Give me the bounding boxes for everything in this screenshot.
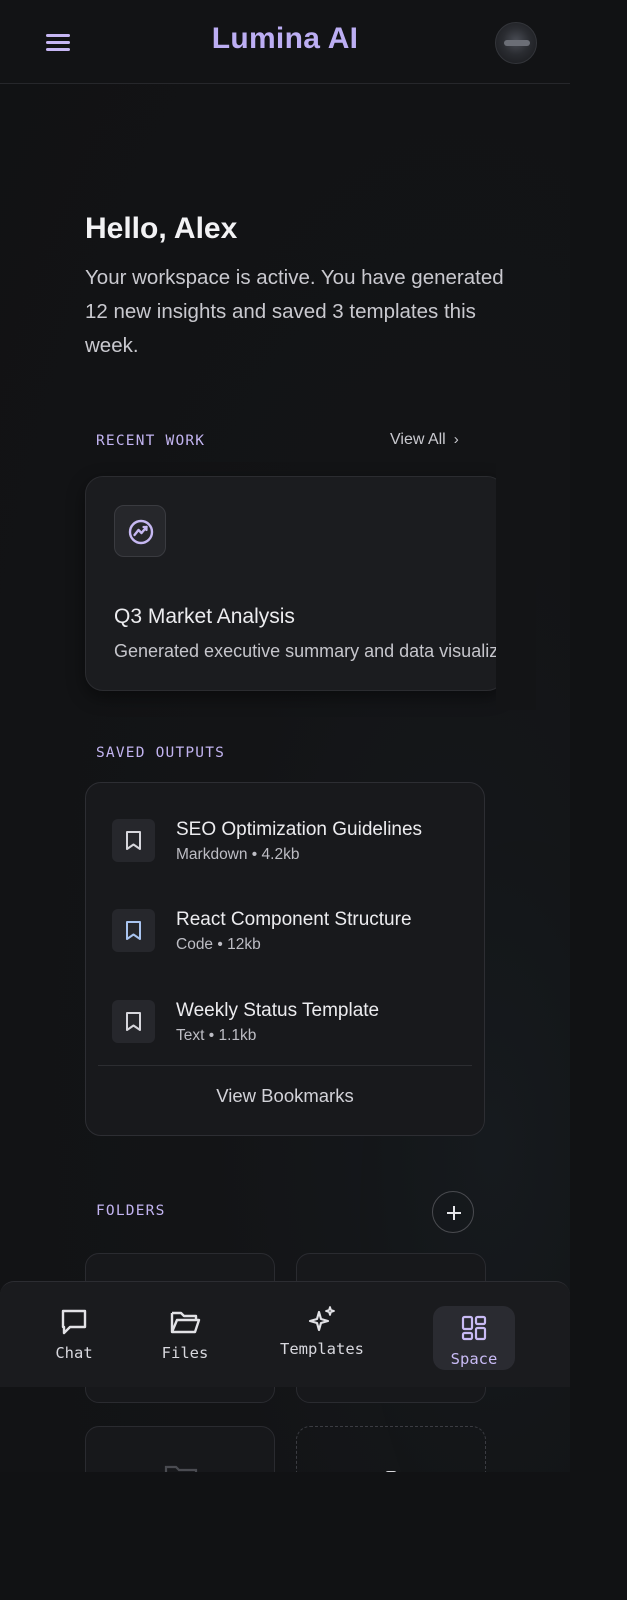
nav-label: Files xyxy=(161,1344,209,1362)
nav-space-inner: Space xyxy=(433,1314,515,1368)
saved-item-meta: Markdown • 4.2kb xyxy=(176,846,300,863)
nav-label: Templates xyxy=(280,1340,364,1358)
app-title: Lumina AI xyxy=(211,22,359,55)
saved-item-meta: Text • 1.1kb xyxy=(176,1027,257,1044)
folders-label: FOLDERS xyxy=(96,1203,166,1219)
top-header: Lumina AI xyxy=(0,0,570,84)
folder-icon xyxy=(170,1311,201,1334)
nav-files[interactable]: Files xyxy=(155,1308,215,1362)
folder-icon xyxy=(164,1465,198,1472)
chevron-right-icon: › xyxy=(453,431,459,448)
saved-item[interactable]: Weekly Status Template Text • 1.1kb xyxy=(112,994,462,1054)
recent-card-description: Generated executive summary and data vis… xyxy=(114,641,505,661)
nav-templates[interactable]: Templates xyxy=(274,1306,370,1358)
app-screen: Lumina AI Hello, Alex Your workspace is … xyxy=(0,0,570,1472)
page-background xyxy=(0,1472,627,1600)
avatar[interactable] xyxy=(495,22,537,64)
saved-item-title: Weekly Status Template xyxy=(176,1000,380,1021)
add-folder-button[interactable] xyxy=(432,1191,474,1233)
greeting-subtitle: Your workspace is active. You have gener… xyxy=(85,266,504,357)
view-all-link[interactable]: View All › xyxy=(390,431,459,449)
saved-item-title: SEO Optimization Guidelines xyxy=(176,819,423,840)
sparkles-icon xyxy=(308,1306,335,1332)
view-all-label: View All xyxy=(390,431,446,448)
saved-item[interactable]: SEO Optimization Guidelines Markdown • 4… xyxy=(112,813,462,873)
nav-label: Space xyxy=(450,1350,498,1368)
folder-card[interactable] xyxy=(85,1426,275,1472)
bookmark-icon xyxy=(112,1000,155,1043)
saved-outputs-label: SAVED OUTPUTS xyxy=(96,745,226,761)
bookmark-icon xyxy=(112,819,155,862)
view-bookmarks-button[interactable]: View Bookmarks xyxy=(86,1085,484,1107)
saved-item-title: React Component Structure xyxy=(176,909,412,930)
nav-label: Chat xyxy=(55,1344,93,1362)
recent-work-label: RECENT WORK xyxy=(96,433,206,449)
analytics-icon xyxy=(114,505,166,557)
carousel-clip xyxy=(496,460,536,710)
saved-item[interactable]: React Component Structure Code • 12kb xyxy=(112,903,462,963)
chat-icon xyxy=(61,1309,87,1335)
dashboard-icon xyxy=(461,1315,487,1341)
bottom-navigation: Chat Files Templates Space xyxy=(0,1281,570,1387)
nav-space[interactable]: Space xyxy=(433,1306,515,1370)
recent-card-title: Q3 Market Analysis xyxy=(114,605,295,628)
saved-item-meta: Code • 12kb xyxy=(176,936,261,953)
new-folder-placeholder[interactable] xyxy=(296,1426,486,1472)
saved-outputs-card: SEO Optimization Guidelines Markdown • 4… xyxy=(85,782,485,1136)
nav-chat[interactable]: Chat xyxy=(46,1308,102,1362)
recent-work-card[interactable]: Q3 Market Analysis Generated executive s… xyxy=(85,476,505,691)
divider xyxy=(98,1065,472,1066)
greeting-title: Hello, Alex xyxy=(85,212,238,245)
bookmark-icon xyxy=(112,909,155,952)
